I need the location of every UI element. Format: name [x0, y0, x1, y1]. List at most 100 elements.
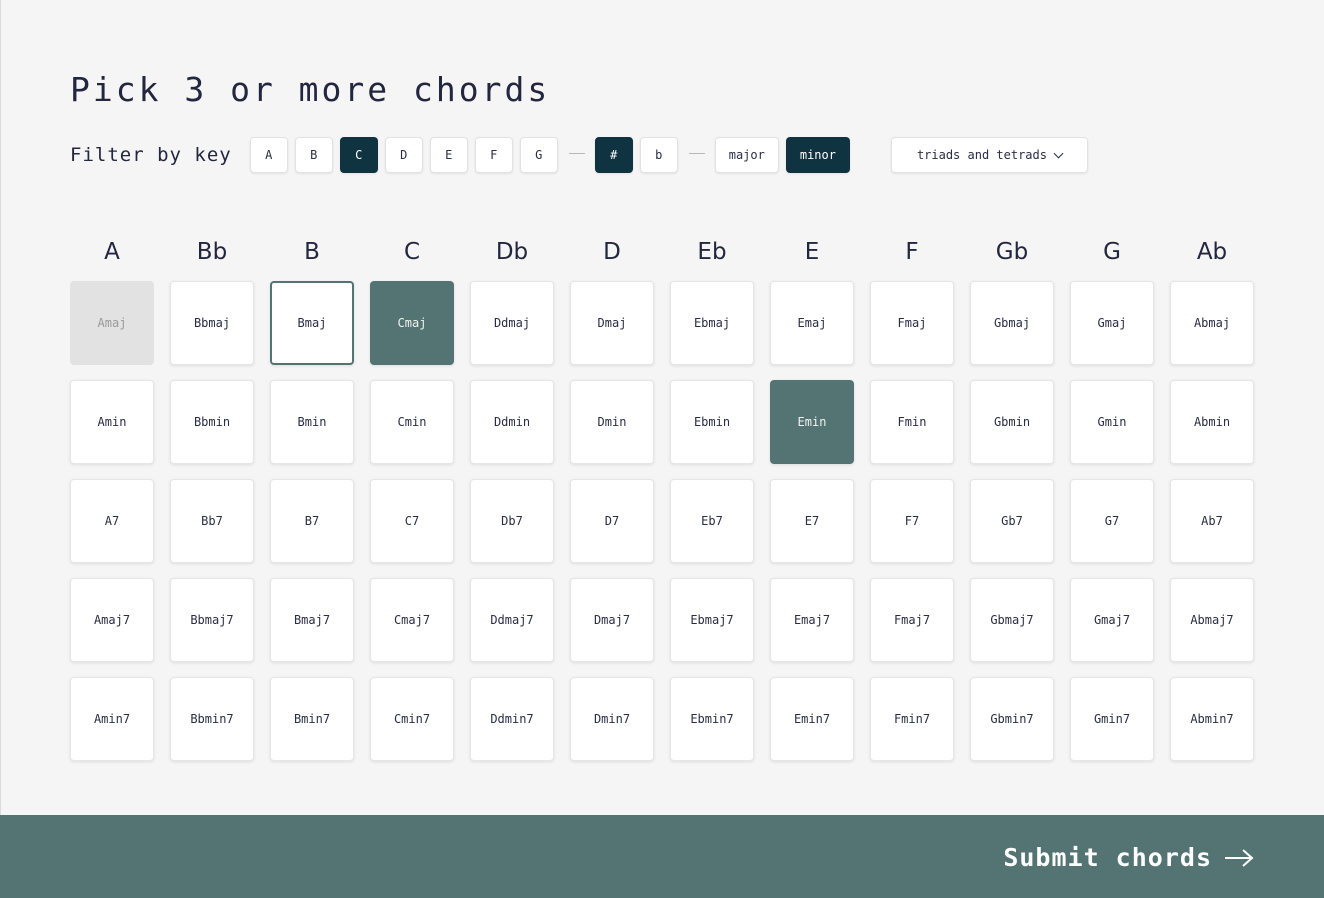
chord-cell[interactable]: G7 — [1070, 479, 1154, 563]
column-header: B — [304, 238, 320, 265]
chord-cell[interactable]: Fmaj — [870, 281, 954, 365]
column-header: Eb — [697, 238, 727, 265]
chord-cell[interactable]: Bb7 — [170, 479, 254, 563]
column-header: G — [1103, 238, 1121, 265]
chord-cell[interactable]: Fmin7 — [870, 677, 954, 761]
chord-cell[interactable]: Ebmaj7 — [670, 578, 754, 662]
divider — [568, 152, 585, 154]
quality-chip-minor[interactable]: minor — [785, 137, 850, 173]
column-header: A — [104, 238, 120, 265]
key-chip-c[interactable]: C — [339, 137, 378, 173]
submit-label: Submit chords — [1003, 843, 1212, 872]
column-header: C — [403, 238, 421, 265]
chord-cell[interactable]: Gbmaj7 — [970, 578, 1054, 662]
column-header: Db — [495, 238, 529, 265]
key-chip-e[interactable]: E — [429, 137, 468, 173]
chord-cell[interactable]: Ab7 — [1170, 479, 1254, 563]
arrow-right-icon — [1225, 848, 1254, 867]
footer-bar: Submit chords — [0, 815, 1324, 898]
chevron-down-icon — [1053, 148, 1064, 158]
page-edge — [0, 0, 1, 815]
chord-cell[interactable]: Gbmin — [970, 380, 1054, 464]
chord-cell[interactable]: E7 — [770, 479, 854, 563]
chord-cell[interactable]: Eb7 — [670, 479, 754, 563]
chord-cell[interactable]: Gb7 — [970, 479, 1054, 563]
chord-cell[interactable]: Abmin — [1170, 380, 1254, 464]
chord-cell[interactable]: Bbmaj7 — [170, 578, 254, 662]
chord-cell[interactable]: Bmin — [270, 380, 354, 464]
chord-type-dropdown-value: triads and tetrads — [916, 148, 1047, 162]
accidental-filter-group: # b — [594, 137, 685, 173]
chord-cell[interactable]: F7 — [870, 479, 954, 563]
chord-cell[interactable]: Bbmin — [170, 380, 254, 464]
chord-cell[interactable]: Emaj — [770, 281, 854, 365]
filter-bar: Filter by key ABCDEFG # b major minor tria… — [70, 136, 1088, 174]
chord-cell[interactable]: Amin — [70, 380, 154, 464]
column-header: Bb — [196, 238, 228, 265]
chord-cell[interactable]: Db7 — [470, 479, 554, 563]
quality-filter-group: major minor — [714, 137, 857, 173]
chord-cell: Amaj — [70, 281, 154, 365]
divider — [688, 152, 705, 154]
chord-cell[interactable]: Cmin7 — [370, 677, 454, 761]
filter-label: Filter by key — [70, 144, 232, 166]
chord-cell[interactable]: A7 — [70, 479, 154, 563]
chord-cell[interactable]: Gbmaj — [970, 281, 1054, 365]
column-header: D — [603, 238, 621, 265]
accidental-chip-sharp[interactable]: # — [594, 137, 633, 173]
chord-cell[interactable]: Amin7 — [70, 677, 154, 761]
chord-cell[interactable]: Gmaj7 — [1070, 578, 1154, 662]
chord-cell[interactable]: Emin7 — [770, 677, 854, 761]
key-chip-b[interactable]: B — [294, 137, 333, 173]
chord-cell[interactable]: Cmaj7 — [370, 578, 454, 662]
chord-cell[interactable]: Ddmaj7 — [470, 578, 554, 662]
chord-cell[interactable]: Gmin — [1070, 380, 1154, 464]
chord-cell[interactable]: Bmin7 — [270, 677, 354, 761]
chord-cell[interactable]: Gmin7 — [1070, 677, 1154, 761]
chord-cell[interactable]: Cmaj — [370, 281, 454, 365]
chord-cell[interactable]: Cmin — [370, 380, 454, 464]
chord-cell[interactable]: Gmaj — [1070, 281, 1154, 365]
chord-cell[interactable]: Emin — [770, 380, 854, 464]
chord-cell[interactable]: Ddmin — [470, 380, 554, 464]
column-header: Gb — [995, 238, 1029, 265]
key-chip-d[interactable]: D — [384, 137, 423, 173]
chord-cell[interactable]: Ebmin — [670, 380, 754, 464]
chord-cell[interactable]: Bmaj7 — [270, 578, 354, 662]
chord-cell[interactable]: Fmin — [870, 380, 954, 464]
chord-cell[interactable]: Amaj7 — [70, 578, 154, 662]
chord-cell[interactable]: Emaj7 — [770, 578, 854, 662]
column-header: F — [905, 238, 919, 265]
chord-grid: A Bb B C Db D Eb E F Gb G Ab Amaj Bbmaj Bmaj Cmaj Ddmaj D… — [70, 222, 1254, 776]
accidental-chip-b[interactable]: b — [639, 137, 678, 173]
chord-cell[interactable]: Bmaj — [270, 281, 354, 365]
chord-cell[interactable]: Bbmin7 — [170, 677, 254, 761]
chord-cell[interactable]: Gbmin7 — [970, 677, 1054, 761]
chord-cell[interactable]: Dmaj7 — [570, 578, 654, 662]
chord-cell[interactable]: Dmaj — [570, 281, 654, 365]
quality-chip-major[interactable]: major — [714, 137, 779, 173]
column-header: Ab — [1196, 238, 1228, 265]
chord-cell[interactable]: Abmin7 — [1170, 677, 1254, 761]
chord-cell[interactable]: Abmaj — [1170, 281, 1254, 365]
chord-cell[interactable]: Ddmaj — [470, 281, 554, 365]
key-chip-a[interactable]: A — [249, 137, 288, 173]
key-chip-f[interactable]: F — [474, 137, 513, 173]
chord-cell[interactable]: Ebmin7 — [670, 677, 754, 761]
chord-cell[interactable]: Dmin7 — [570, 677, 654, 761]
chord-cell[interactable]: Ebmaj — [670, 281, 754, 365]
chord-cell[interactable]: D7 — [570, 479, 654, 563]
key-chip-g[interactable]: G — [519, 137, 558, 173]
chord-cell[interactable]: Bbmaj — [170, 281, 254, 365]
chord-type-dropdown[interactable]: triads and tetrads — [890, 137, 1088, 173]
column-header: E — [804, 238, 820, 265]
chord-cell[interactable]: Fmaj7 — [870, 578, 954, 662]
chord-cell[interactable]: B7 — [270, 479, 354, 563]
chord-cell[interactable]: C7 — [370, 479, 454, 563]
key-filter-group: ABCDEFG — [249, 137, 565, 173]
submit-button[interactable]: Submit chords — [1003, 843, 1254, 872]
chord-cell[interactable]: Ddmin7 — [470, 677, 554, 761]
chord-cell[interactable]: Dmin — [570, 380, 654, 464]
page-title: Pick 3 or more chords — [70, 70, 551, 109]
chord-cell[interactable]: Abmaj7 — [1170, 578, 1254, 662]
